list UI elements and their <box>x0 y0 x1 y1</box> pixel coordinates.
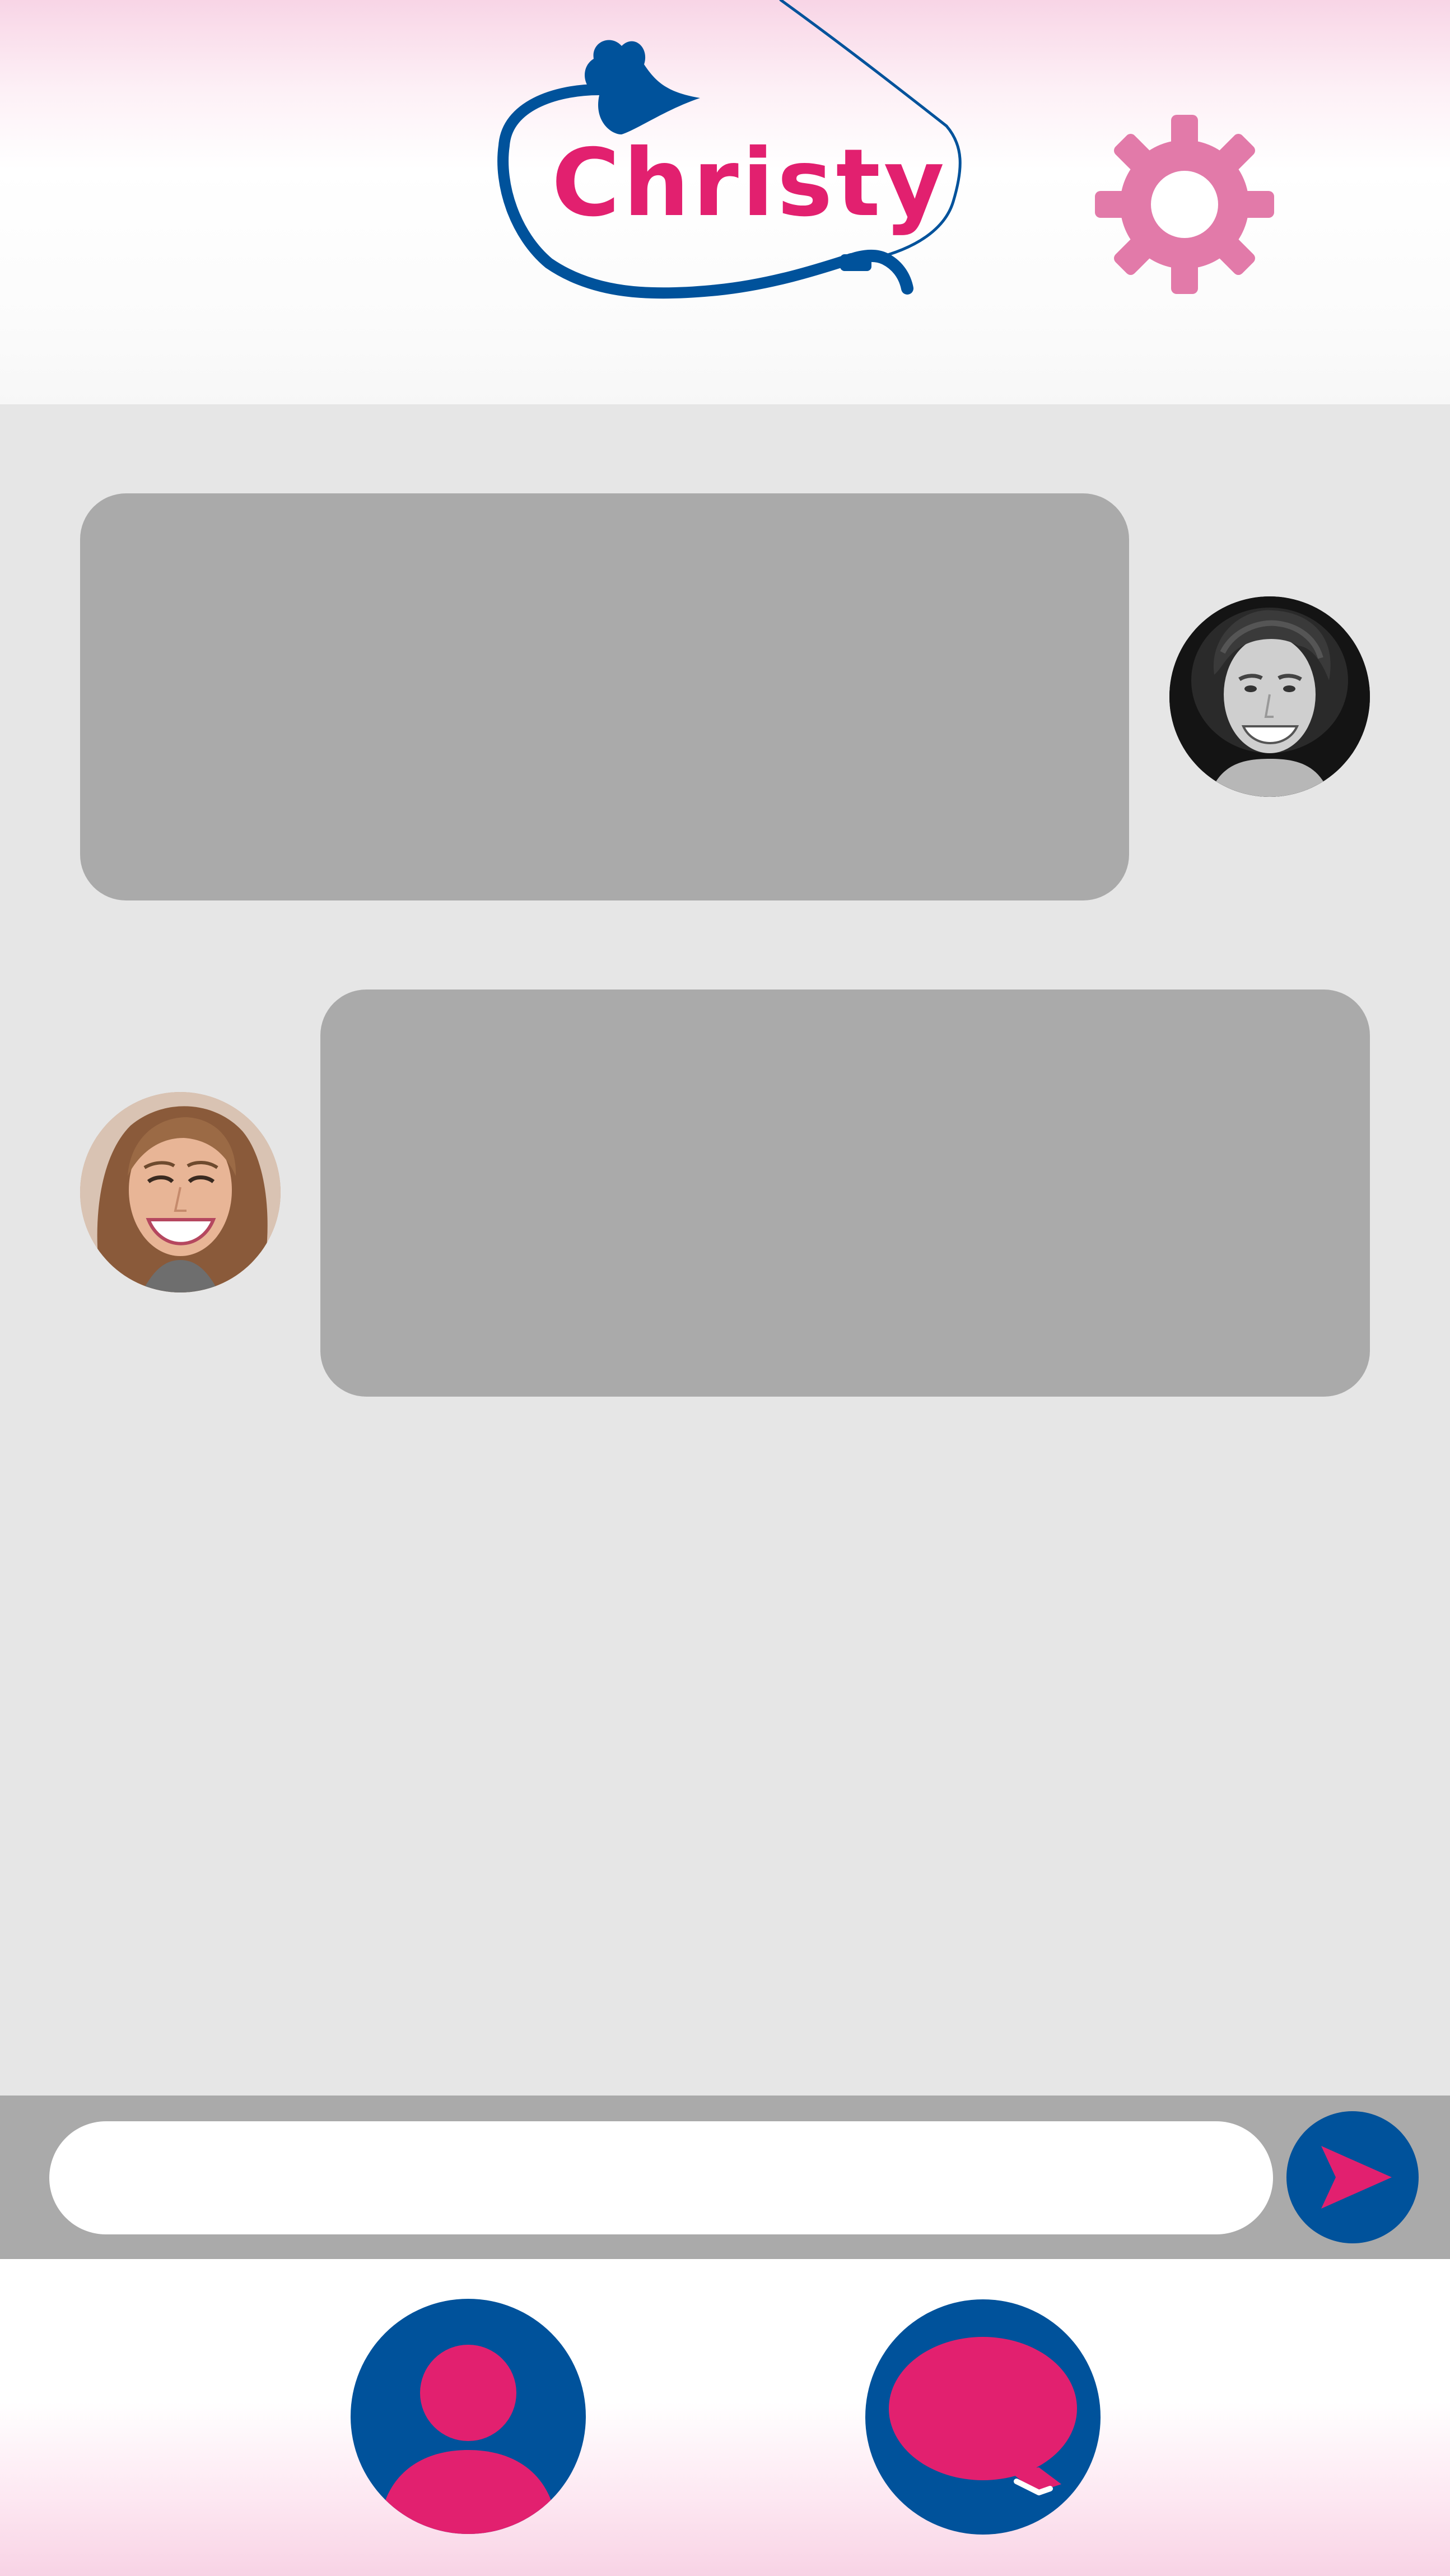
bottom-navigation <box>0 2259 1450 2576</box>
avatar[interactable] <box>80 1092 281 1292</box>
avatar[interactable] <box>1169 596 1370 797</box>
gear-icon <box>1095 115 1274 294</box>
app-header: Christy <box>0 0 1450 404</box>
message-bubble-incoming <box>80 493 1129 900</box>
message-text <box>80 493 1129 561</box>
message-bubble-outgoing <box>320 990 1370 1397</box>
message-input[interactable] <box>49 2121 1273 2234</box>
message-text <box>320 990 1370 1057</box>
smiling-woman-avatar <box>80 1092 281 1292</box>
chat-bubble-icon <box>889 2337 1077 2495</box>
smiling-man-avatar <box>1169 596 1370 797</box>
settings-button[interactable] <box>1092 112 1277 297</box>
send-arrow-icon <box>1321 2146 1392 2209</box>
app-logo: Christy <box>482 0 986 314</box>
profile-icon <box>385 2345 551 2534</box>
app-name-text: Christy <box>552 129 948 237</box>
nav-chat-button[interactable] <box>865 2299 1101 2535</box>
nav-profile-button[interactable] <box>351 2299 586 2534</box>
send-button[interactable] <box>1286 2111 1419 2243</box>
